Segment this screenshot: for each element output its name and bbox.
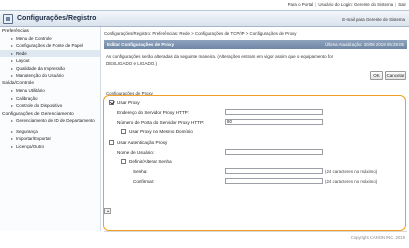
username-input[interactable]	[225, 149, 323, 155]
notice-text: As configurações serão alteradas da segu…	[106, 54, 334, 66]
port-label: Número de Porta do Servidor Proxy HTTP:	[117, 120, 205, 125]
use-proxy-checkbox[interactable]	[109, 100, 114, 105]
server-address-input[interactable]	[225, 109, 323, 115]
sidebar-heading-preferences: Preferências	[2, 29, 29, 34]
app-icon	[3, 14, 13, 24]
footer-divider	[104, 231, 407, 232]
password-input[interactable]	[225, 168, 323, 174]
set-password-label: Definir/Alterar Senha	[129, 159, 172, 164]
main-content: Configurações/Registro: Preferências: Re…	[102, 27, 409, 231]
sidebar-item-security[interactable]: Segurança	[0, 128, 100, 136]
sidebar-item-layout[interactable]: Layout	[0, 57, 100, 65]
panel-header: Editar Configurações de Proxy Última Atu…	[104, 40, 407, 49]
top-links: Para o Portal | Usuário do Login: Gerente …	[287, 2, 406, 7]
confirm-label: Confirmar:	[133, 179, 155, 184]
copyright-text: Copyright CANON INC. 2019	[350, 235, 405, 240]
last-update-text: Última Atualização: 20/08 2019 05:25:05	[325, 42, 404, 47]
server-address-label: Endereço do Servidor Proxy HTTP:	[117, 110, 189, 115]
confirm-input[interactable]	[225, 178, 323, 184]
use-proxy-label: Usar Proxy	[117, 100, 140, 105]
sidebar-item-license[interactable]: Licença/Outro	[0, 143, 100, 151]
portal-link[interactable]: Para o Portal	[288, 2, 314, 7]
set-password-checkbox[interactable]	[121, 159, 126, 164]
sidebar-item-print-quality[interactable]: Qualidade da Impressão	[0, 65, 100, 73]
sidebar: Preferências Menu de Controle Configuraç…	[0, 27, 101, 231]
port-input[interactable]: 80	[225, 119, 323, 125]
sidebar-item-calibration[interactable]: Calibração	[0, 95, 100, 103]
use-auth-label: Usar Autenticação Proxy	[117, 140, 168, 145]
use-auth-checkbox[interactable]	[109, 140, 114, 145]
same-domain-label: Usar Proxy no Mesmo Domínio	[129, 129, 193, 134]
cancel-button[interactable]: Cancelar	[385, 71, 406, 80]
sidebar-item-department-id[interactable]: Gerenciamento de ID de Departamento	[0, 118, 100, 129]
login-user-text: Usuário do Login: Gerente do Sistema	[318, 2, 394, 7]
sidebar-heading-management: Configurações de Gerenciamento	[2, 111, 74, 117]
sidebar-item-utility-menu[interactable]: Menu Utilitário	[0, 87, 100, 95]
sidebar-item-network[interactable]: Rede	[0, 49, 100, 58]
mail-link[interactable]: E-mail para Gerente de Sistema	[342, 17, 405, 22]
title-bar: Configurações/Registro E-mail para Geren…	[0, 10, 409, 27]
logout-link[interactable]: Sair	[398, 2, 406, 7]
proxy-settings-group: Usar Proxy Endereço do Servidor Proxy HT…	[103, 95, 406, 231]
page-title: Editar Configurações de Proxy	[107, 42, 175, 47]
same-domain-checkbox[interactable]	[121, 129, 126, 134]
back-to-top-icon[interactable]	[104, 208, 111, 214]
sidebar-item-device-control[interactable]: Controle do Dispositivo	[0, 102, 100, 110]
sidebar-item-control-menu[interactable]: Menu de Controle	[0, 35, 100, 43]
app-title: Configurações/Registro	[17, 15, 97, 22]
sidebar-heading-output: Saída/Controle	[2, 81, 34, 87]
ok-button[interactable]: OK	[370, 71, 383, 80]
sidebar-item-import-export[interactable]: Importar/Exportar	[0, 135, 100, 143]
sidebar-item-paper-source[interactable]: Configurações de Fonte de Papel	[0, 42, 100, 50]
password-hint: (24 caracteres no máximo)	[325, 169, 378, 174]
confirm-hint: (24 caracteres no máximo)	[325, 179, 378, 184]
sidebar-item-user-maintenance[interactable]: Manutenção do Usuário	[0, 72, 100, 80]
breadcrumb: Configurações/Registro: Preferências: Re…	[104, 31, 297, 36]
password-label: Senha:	[133, 169, 148, 174]
username-label: Nome de Usuário:	[117, 150, 155, 155]
